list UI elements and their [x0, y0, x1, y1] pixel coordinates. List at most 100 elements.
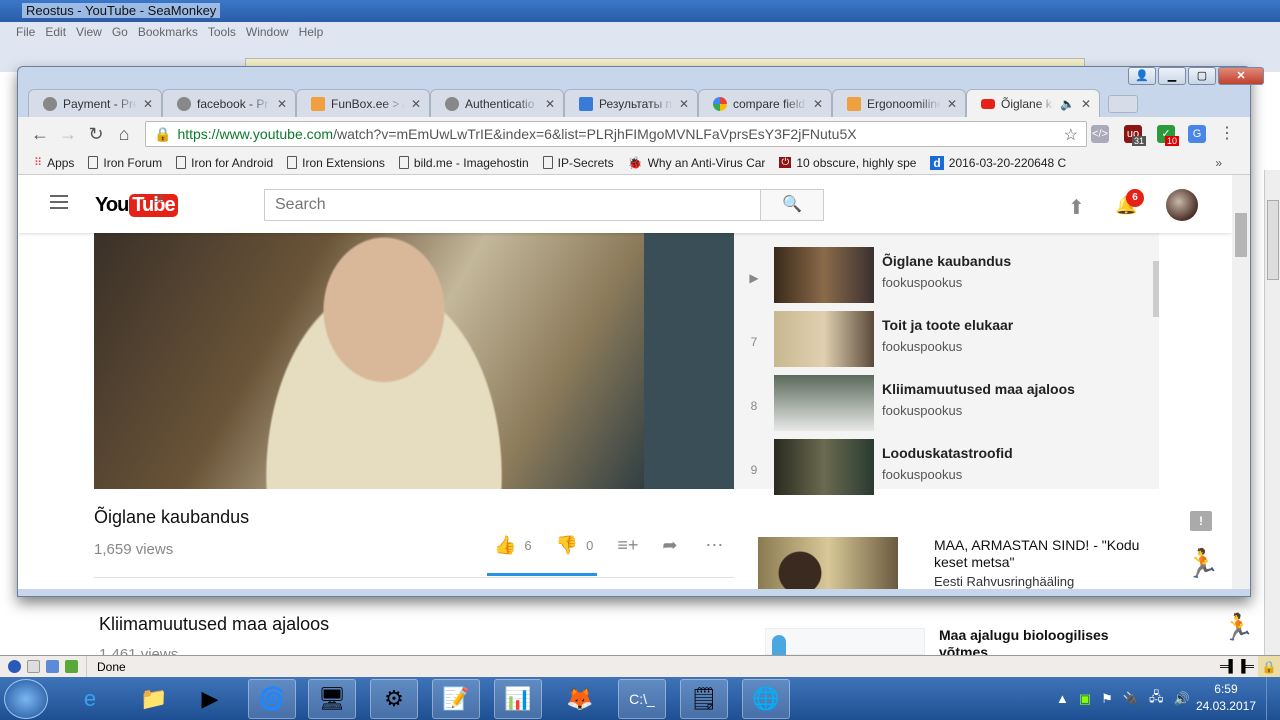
close-tab-icon[interactable]: ✕ — [947, 97, 957, 111]
tab-active[interactable]: Õiglane ka 🔈 ✕ — [966, 89, 1100, 117]
video-player[interactable] — [94, 233, 734, 489]
thumbnail[interactable] — [774, 311, 874, 367]
network-icon[interactable]: 🖧 — [1149, 688, 1164, 710]
bookmark[interactable]: bild.me - Imagehostin — [398, 156, 529, 170]
notepad-plus-icon[interactable]: 📝 — [432, 679, 480, 719]
search-button[interactable]: 🔍 — [760, 189, 824, 221]
related-video-title[interactable]: MAA, ARMASTAN SIND! - "Kodu keset metsa" — [934, 537, 1144, 571]
navigator-icon[interactable] — [8, 660, 21, 673]
menu-go[interactable]: Go — [112, 25, 128, 39]
devtools-extension-icon[interactable]: </> — [1091, 125, 1109, 143]
playlist-item[interactable]: ▶ Õiglane kaubandus fookuspookus — [734, 247, 1144, 311]
maximize-button[interactable]: ▢ — [1188, 67, 1216, 85]
bookmark-apps[interactable]: ⠿ Apps — [34, 156, 74, 170]
online-icon[interactable]: ═▌▐═ — [1220, 659, 1254, 673]
new-tab-button[interactable] — [1108, 95, 1138, 113]
close-tab-icon[interactable]: ✕ — [411, 97, 421, 111]
close-tab-icon[interactable]: ✕ — [143, 97, 153, 111]
tab[interactable]: Payment - Pre ✕ — [28, 89, 162, 117]
tab[interactable]: facebook - Pr ✕ — [162, 89, 296, 117]
bookmark[interactable]: Iron Extensions — [287, 156, 385, 170]
seamonkey-taskbar-icon[interactable]: 🌀 — [248, 679, 296, 719]
close-tab-icon[interactable]: ✕ — [277, 97, 287, 111]
chrome-menu-icon[interactable]: ⋮ — [1218, 125, 1236, 143]
menu-file[interactable]: File — [16, 25, 35, 39]
upload-icon[interactable]: ⬆ — [1068, 195, 1085, 220]
menu-window[interactable]: Window — [246, 25, 289, 39]
audio-icon[interactable]: 🔈 — [1060, 97, 1075, 111]
settings-icon[interactable]: ⚙ — [370, 679, 418, 719]
start-button[interactable] — [4, 679, 48, 719]
avatar[interactable] — [1166, 189, 1198, 221]
bookmark[interactable]: d 2016-03-20-220648 C — [930, 155, 1066, 170]
clock[interactable]: 6:59 24.03.2017 — [1196, 681, 1256, 715]
tab[interactable]: Ergonoomiline ✕ — [832, 89, 966, 117]
playlist-item-title[interactable]: Kliimamuutused maa ajaloos — [882, 381, 1075, 397]
ie-icon[interactable]: e — [66, 679, 114, 719]
feedback-icon[interactable]: ! — [1190, 511, 1212, 531]
ublock-icon[interactable]: uo 31 — [1124, 125, 1147, 146]
add-to-playlist-icon[interactable]: ≡+ — [617, 535, 638, 556]
show-desktop-button[interactable] — [1266, 677, 1280, 720]
playlist-item[interactable]: 9 Looduskatastroofid fookuspookus — [734, 439, 1144, 503]
notepad-icon[interactable]: 🗒 — [680, 679, 728, 719]
close-tab-icon[interactable]: ✕ — [1081, 97, 1091, 111]
back-icon[interactable]: ← — [26, 124, 54, 145]
firefox-icon[interactable]: 🦊 — [556, 679, 604, 719]
close-tab-icon[interactable]: ✕ — [545, 97, 555, 111]
reload-icon[interactable]: ↻ — [82, 124, 110, 145]
calc-icon[interactable]: 📊 — [494, 679, 542, 719]
thumbnail[interactable] — [774, 439, 874, 495]
page-scrollbar[interactable] — [1232, 175, 1250, 589]
bookmark[interactable]: IP-Secrets — [542, 156, 614, 170]
playlist-item-title[interactable]: Õiglane kaubandus — [882, 253, 1011, 269]
minimize-button[interactable]: ▁ — [1158, 67, 1186, 85]
playlist-scrollbar[interactable] — [1153, 261, 1159, 317]
composer-icon[interactable] — [46, 660, 59, 673]
menu-bookmarks[interactable]: Bookmarks — [138, 25, 198, 39]
iron-browser-icon[interactable]: 🌐 — [742, 679, 790, 719]
dislike-icon[interactable]: 👎 — [556, 535, 578, 556]
bookmark-star-icon[interactable]: ☆ — [1064, 125, 1078, 145]
tab[interactable]: Authenticatio ✕ — [430, 89, 564, 117]
chatzilla-icon[interactable] — [65, 660, 78, 673]
checker-icon[interactable]: ✓ 10 — [1157, 125, 1180, 146]
menu-help[interactable]: Help — [299, 25, 324, 39]
search-input[interactable] — [264, 189, 761, 221]
profile-button[interactable]: 👤 — [1128, 67, 1156, 85]
like-icon[interactable]: 👍 — [494, 535, 516, 556]
background-related-title[interactable]: Maa ajalugu bioloogilises võtmes — [939, 627, 1139, 655]
tab[interactable]: FunBox.ee > A ✕ — [296, 89, 430, 117]
address-bar[interactable]: 🔒 https://www.youtube.com/watch?v=mEmUwL… — [145, 121, 1087, 147]
background-related-thumbnail[interactable] — [765, 628, 925, 656]
menu-view[interactable]: View — [76, 25, 102, 39]
action-center-icon[interactable]: ⚑ — [1101, 691, 1113, 707]
menu-edit[interactable]: Edit — [45, 25, 66, 39]
background-video-title[interactable]: Kliimamuutused maa ajaloos — [99, 614, 329, 635]
resource-monitor-icon[interactable]: 🖥 — [308, 679, 356, 719]
youtube-logo[interactable]: You Tube — [95, 194, 178, 217]
tab[interactable]: Результаты п ✕ — [564, 89, 698, 117]
tray-expand-icon[interactable]: ▲ — [1056, 691, 1069, 706]
bookmarks-overflow-button[interactable]: » — [1215, 156, 1222, 170]
home-icon[interactable]: ⌂ — [110, 124, 138, 145]
volume-icon[interactable]: 🔊 — [1174, 691, 1190, 707]
lock-icon[interactable]: 🔒 — [1258, 656, 1280, 678]
playlist-item-title[interactable]: Looduskatastroofid — [882, 445, 1013, 461]
related-thumbnail[interactable] — [758, 537, 898, 589]
hamburger-menu-icon[interactable] — [50, 195, 68, 209]
close-tab-icon[interactable]: ✕ — [679, 97, 689, 111]
tab[interactable]: compare field ✕ — [698, 89, 832, 117]
translate-icon[interactable]: G — [1188, 125, 1206, 143]
share-icon[interactable]: ➦ — [662, 535, 677, 556]
close-tab-icon[interactable]: ✕ — [813, 97, 823, 111]
mail-icon[interactable] — [27, 660, 40, 673]
forward-icon[interactable]: → — [54, 124, 82, 145]
close-button[interactable]: ✕ — [1218, 67, 1264, 85]
thumbnail[interactable] — [774, 375, 874, 431]
media-player-icon[interactable]: ▶ — [186, 679, 234, 719]
explorer-icon[interactable]: 📁 — [130, 679, 178, 719]
bookmark[interactable]: ⏻ 10 obscure, highly spe — [779, 156, 916, 170]
cmd-icon[interactable]: C:\_ — [618, 679, 666, 719]
playlist-item[interactable]: 8 Kliimamuutused maa ajaloos fookuspookus — [734, 375, 1144, 439]
